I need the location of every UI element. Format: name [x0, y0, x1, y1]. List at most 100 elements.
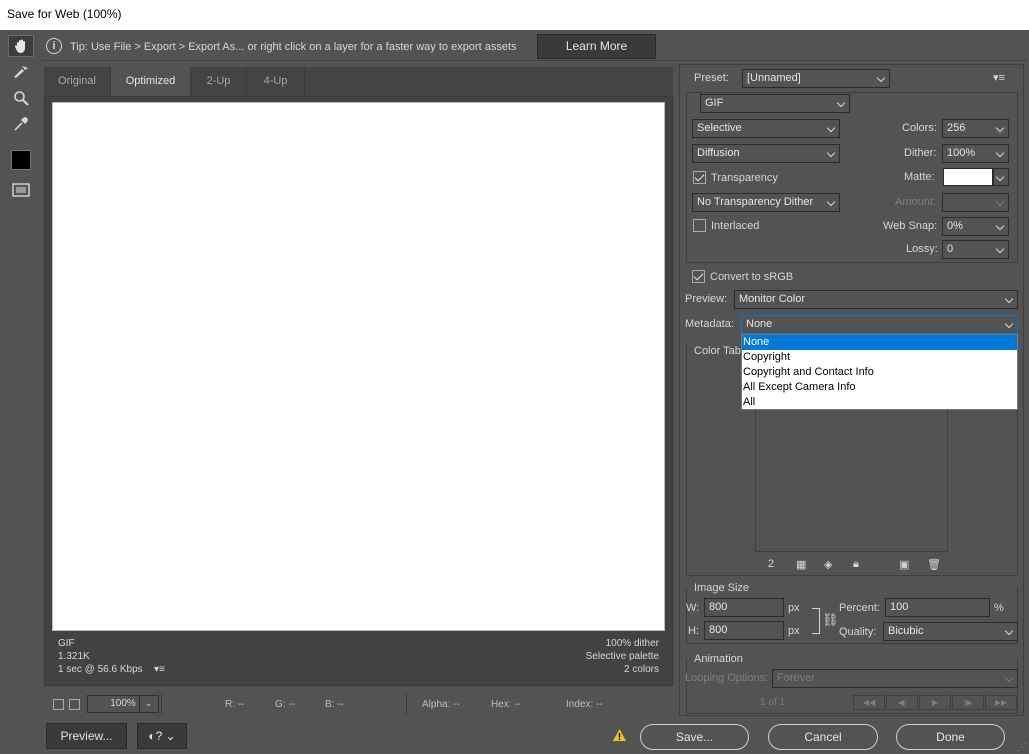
- view-tabs: Original Optimized 2-Up 4-Up: [44, 67, 673, 96]
- readout-g: G: --: [275, 699, 295, 710]
- tab-original[interactable]: Original: [44, 67, 111, 96]
- readout-hex: Hex: --: [491, 699, 521, 710]
- metadata-option-copyright-contact[interactable]: Copyright and Contact Info: [742, 365, 1017, 380]
- metadata-option-none[interactable]: None: [742, 335, 1017, 350]
- readout-index: Index: --: [566, 699, 603, 710]
- web-snap-label: Web Snap:: [883, 220, 938, 232]
- lock-color-icon[interactable]: 🔒︎: [853, 558, 865, 570]
- delete-color-icon[interactable]: 🗑︎: [927, 558, 941, 571]
- quality-dropdown[interactable]: Bicubic: [883, 622, 1018, 641]
- color-table-swatches[interactable]: [755, 410, 948, 552]
- tip-text: Tip: Use File > Export > Export As... or…: [70, 41, 517, 53]
- colors-field[interactable]: 256: [942, 119, 1009, 138]
- width-label: W:: [686, 602, 700, 614]
- readout-alpha: Alpha: --: [422, 699, 460, 710]
- lossy-label: Lossy:: [906, 243, 938, 255]
- web-snap-field[interactable]: 0%: [942, 217, 1009, 236]
- quality-label: Quality:: [839, 626, 877, 638]
- info-palette: Selective palette: [585, 651, 659, 662]
- color-reduction-dropdown[interactable]: Selective: [692, 119, 840, 138]
- previous-frame-icon: ◀|: [886, 695, 918, 710]
- slice-select-tool-icon[interactable]: [8, 61, 34, 83]
- looping-options-label: Looping Options:: [685, 672, 769, 684]
- web-shift-icon[interactable]: ◈: [824, 558, 836, 571]
- preview-label: Preview:: [685, 293, 728, 305]
- height-field[interactable]: 800: [704, 621, 784, 640]
- info-icon: i: [46, 38, 62, 54]
- hand-tool-icon[interactable]: [8, 35, 34, 57]
- link-icon[interactable]: ⛓︎: [822, 612, 839, 628]
- preview-dropdown[interactable]: Monitor Color: [734, 290, 1018, 309]
- save-button[interactable]: Save...: [640, 724, 749, 750]
- resize-grip-icon[interactable]: ⋰: [1017, 742, 1027, 753]
- interlaced-checkbox[interactable]: [693, 219, 706, 232]
- toggle-slices-visibility-icon[interactable]: [8, 179, 34, 201]
- preset-dropdown[interactable]: [Unnamed]: [742, 69, 890, 88]
- percent-field[interactable]: 100: [885, 598, 990, 617]
- download-speed-menu-icon[interactable]: ▾≡: [154, 664, 165, 675]
- preset-label: Preset:: [694, 72, 729, 84]
- height-unit: px: [788, 625, 800, 637]
- convert-srgb-checkbox[interactable]: [692, 270, 705, 283]
- info-dither: 100% dither: [605, 638, 659, 649]
- animation-title: Animation: [694, 653, 743, 665]
- lossy-field[interactable]: 0: [942, 240, 1009, 259]
- zoom-in-icon[interactable]: [69, 699, 80, 710]
- colors-label: Colors:: [902, 122, 937, 134]
- info-format: GIF: [58, 638, 75, 649]
- tab-4-up[interactable]: 4-Up: [247, 67, 305, 96]
- status-bar: 100% ⌄ R: -- G: -- B: -- Alpha: -- Hex: …: [44, 693, 673, 715]
- width-field[interactable]: 800: [704, 598, 784, 617]
- preview-browser-button[interactable]: ◐? ⌄: [137, 723, 187, 749]
- percent-label: Percent:: [839, 602, 880, 614]
- transparency-label: Transparency: [711, 172, 778, 184]
- metadata-options-list: None Copyright Copyright and Contact Inf…: [741, 334, 1018, 410]
- next-frame-icon: |▶: [952, 695, 984, 710]
- metadata-option-all[interactable]: All: [742, 395, 1017, 410]
- preview-button[interactable]: Preview...: [46, 723, 127, 749]
- transparency-dither-dropdown[interactable]: No Transparency Dither: [692, 193, 840, 212]
- matte-color-swatch[interactable]: [943, 168, 993, 186]
- metadata-option-all-except-camera[interactable]: All Except Camera Info: [742, 380, 1017, 395]
- format-dropdown[interactable]: GIF: [700, 94, 850, 113]
- eyedropper-color-swatch[interactable]: [8, 149, 34, 171]
- browser-icon: ◐?: [148, 729, 163, 743]
- optimize-menu-icon[interactable]: ▾≡: [993, 71, 1005, 84]
- tab-2-up[interactable]: 2-Up: [191, 67, 247, 96]
- metadata-dropdown[interactable]: None: [741, 315, 1018, 334]
- zoom-out-icon[interactable]: [53, 699, 64, 710]
- eyedropper-tool-icon[interactable]: [8, 113, 34, 135]
- matte-dropdown-icon[interactable]: [993, 168, 1009, 186]
- height-label: H:: [688, 625, 699, 637]
- readout-r: R: --: [225, 699, 245, 710]
- convert-srgb-label: Convert to sRGB: [710, 271, 794, 283]
- map-transparency-icon[interactable]: ▦: [796, 558, 808, 571]
- dither-field[interactable]: 100%: [942, 144, 1009, 163]
- interlaced-label: Interlaced: [711, 220, 760, 232]
- add-color-icon[interactable]: ▣: [899, 558, 911, 571]
- info-size: 1.321K: [58, 651, 90, 662]
- metadata-option-copyright[interactable]: Copyright: [742, 350, 1017, 365]
- done-button[interactable]: Done: [896, 724, 1005, 750]
- first-frame-icon: ◀◀: [853, 695, 885, 710]
- cancel-button[interactable]: Cancel: [768, 724, 878, 750]
- chevron-down-icon: ⌄: [165, 729, 176, 743]
- tab-optimized[interactable]: Optimized: [111, 67, 191, 96]
- dither-algorithm-dropdown[interactable]: Diffusion: [692, 144, 840, 163]
- toolbox: [8, 35, 36, 205]
- window-title: Save for Web (100%): [0, 0, 1029, 30]
- play-icon: ▶: [919, 695, 951, 710]
- percent-unit: %: [994, 602, 1004, 614]
- warning-icon: [612, 728, 628, 744]
- image-size-title: Image Size: [694, 582, 750, 594]
- zoom-dropdown-icon[interactable]: ⌄: [139, 695, 157, 713]
- zoom-tool-icon[interactable]: [8, 87, 34, 109]
- metadata-label: Metadata:: [685, 318, 734, 330]
- tip-bar: i Tip: Use File > Export > Export As... …: [42, 33, 1028, 61]
- transparency-checkbox[interactable]: [693, 171, 706, 184]
- color-count: 2: [768, 558, 775, 570]
- info-colors: 2 colors: [623, 664, 659, 675]
- learn-more-button[interactable]: Learn More: [537, 34, 656, 59]
- image-preview-canvas[interactable]: [52, 102, 665, 631]
- frame-counter: 1 of 1: [760, 697, 786, 708]
